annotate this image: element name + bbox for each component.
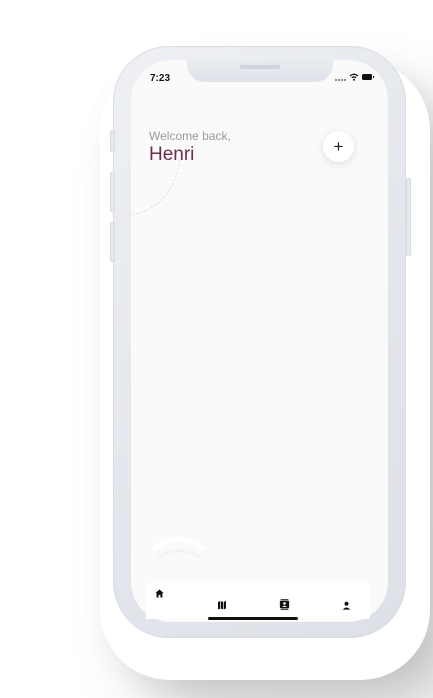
person-icon — [342, 601, 350, 610]
silent-switch — [110, 130, 115, 152]
signal-icon — [335, 73, 346, 81]
tab-map[interactable] — [210, 593, 234, 617]
volume-up-button — [110, 172, 115, 212]
volume-down-button — [110, 222, 115, 262]
tab-profile[interactable] — [334, 593, 358, 617]
contacts-icon — [279, 598, 289, 610]
decorative-arc — [130, 160, 181, 216]
power-button — [406, 178, 411, 256]
decorative-wave — [152, 536, 205, 560]
welcome-text: Welcome back, — [149, 129, 231, 143]
status-icons — [335, 73, 374, 81]
notch — [187, 60, 333, 82]
speaker-grille — [240, 65, 280, 69]
wifi-icon — [349, 73, 359, 81]
status-time: 7:23 — [150, 73, 171, 84]
map-icon — [218, 601, 226, 610]
home-icon — [154, 588, 164, 598]
plus-icon: + — [333, 137, 344, 156]
battery-icon — [362, 74, 374, 80]
user-name: Henri — [149, 144, 195, 165]
tab-contacts[interactable] — [272, 592, 296, 616]
home-indicator — [208, 617, 298, 620]
add-button[interactable]: + — [323, 131, 354, 162]
tab-home[interactable] — [147, 581, 171, 605]
